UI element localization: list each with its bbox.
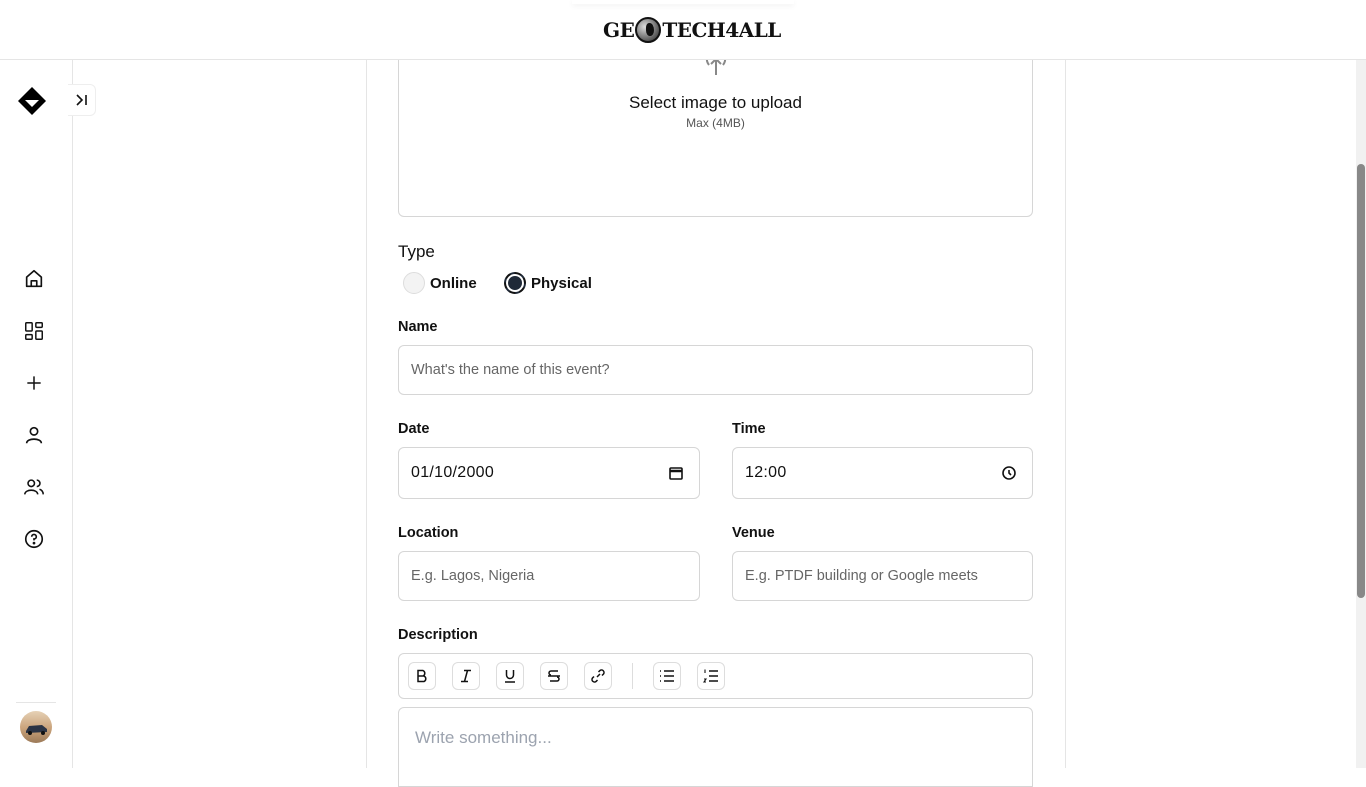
venue-placeholder: E.g. PTDF building or Google meets — [745, 568, 978, 584]
underline-icon — [505, 670, 515, 683]
venue-input[interactable]: E.g. PTDF building or Google meets — [732, 551, 1033, 601]
strikethrough-button[interactable] — [540, 662, 568, 690]
top-header: GE TECH4ALL — [0, 0, 1366, 60]
underline-button[interactable] — [496, 662, 524, 690]
calendar-icon[interactable] — [667, 464, 685, 482]
toolbar-separator — [632, 663, 633, 689]
time-value: 12:00 — [745, 464, 787, 481]
radio-physical-label: Physical — [531, 274, 592, 292]
sidebar — [0, 60, 73, 768]
ordered-list-icon — [703, 669, 718, 683]
brand-logo-icon[interactable] — [17, 86, 47, 116]
logo-text-left: GE — [603, 18, 635, 42]
upload-size-limit: Max (4MB) — [686, 116, 745, 130]
users-icon — [24, 479, 44, 495]
dashboard-icon — [25, 322, 43, 340]
italic-button[interactable] — [452, 662, 480, 690]
time-label: Time — [732, 421, 766, 437]
description-placeholder: Write something... — [415, 728, 552, 747]
time-input[interactable]: 12:00 — [732, 447, 1033, 499]
user-avatar[interactable] — [20, 711, 52, 743]
radio-selected-icon — [504, 272, 526, 294]
logo-text-right: TECH4ALL — [662, 18, 781, 42]
type-radio-online[interactable]: Online — [403, 272, 477, 294]
header-shadow — [572, 0, 794, 4]
scrollbar-thumb[interactable] — [1357, 164, 1365, 598]
sidebar-item-help[interactable] — [22, 527, 46, 551]
strikethrough-icon — [548, 670, 560, 682]
type-radio-physical[interactable]: Physical — [504, 272, 592, 294]
rich-text-toolbar — [398, 653, 1033, 699]
plus-icon — [27, 376, 41, 390]
bold-button[interactable] — [408, 662, 436, 690]
date-input[interactable]: 01/10/2000 — [398, 447, 700, 499]
ordered-list-button[interactable] — [697, 662, 725, 690]
name-label: Name — [398, 319, 438, 335]
description-label: Description — [398, 627, 478, 643]
sidebar-item-create[interactable] — [22, 371, 46, 395]
venue-label: Venue — [732, 525, 775, 541]
bullet-list-button[interactable] — [653, 662, 681, 690]
expand-sidebar-button[interactable] — [68, 84, 96, 116]
bold-icon — [417, 669, 427, 683]
bullet-list-icon — [660, 670, 674, 682]
date-value: 01/10/2000 — [411, 464, 495, 481]
avatar-car-image — [26, 725, 47, 735]
radio-unselected-icon — [403, 272, 425, 294]
clock-icon[interactable] — [1000, 464, 1018, 482]
italic-icon — [461, 669, 471, 683]
user-icon — [25, 426, 43, 444]
geotech4all-logo[interactable]: GE TECH4ALL — [603, 15, 781, 45]
link-icon — [591, 669, 605, 683]
image-upload-dropzone[interactable]: Select image to upload Max (4MB) — [398, 40, 1033, 217]
date-label: Date — [398, 421, 430, 437]
sidebar-item-dashboard[interactable] — [22, 319, 46, 343]
upload-title: Select image to upload — [629, 93, 802, 112]
event-name-input[interactable]: What's the name of this event? — [398, 345, 1033, 395]
sidebar-divider — [16, 702, 56, 703]
sidebar-item-profile[interactable] — [22, 423, 46, 447]
radio-online-label: Online — [430, 274, 477, 292]
link-button[interactable] — [584, 662, 612, 690]
sidebar-item-home[interactable] — [22, 267, 46, 291]
sidebar-item-community[interactable] — [22, 475, 46, 499]
location-placeholder: E.g. Lagos, Nigeria — [411, 568, 535, 584]
location-label: Location — [398, 525, 459, 541]
location-input[interactable]: E.g. Lagos, Nigeria — [398, 551, 700, 601]
type-label: Type — [398, 242, 435, 261]
home-icon — [25, 269, 43, 288]
expand-sidebar-icon — [75, 94, 87, 106]
event-name-placeholder: What's the name of this event? — [411, 362, 610, 378]
help-icon — [24, 529, 44, 549]
globe-icon — [635, 17, 662, 43]
description-editor[interactable]: Write something... — [398, 707, 1033, 787]
